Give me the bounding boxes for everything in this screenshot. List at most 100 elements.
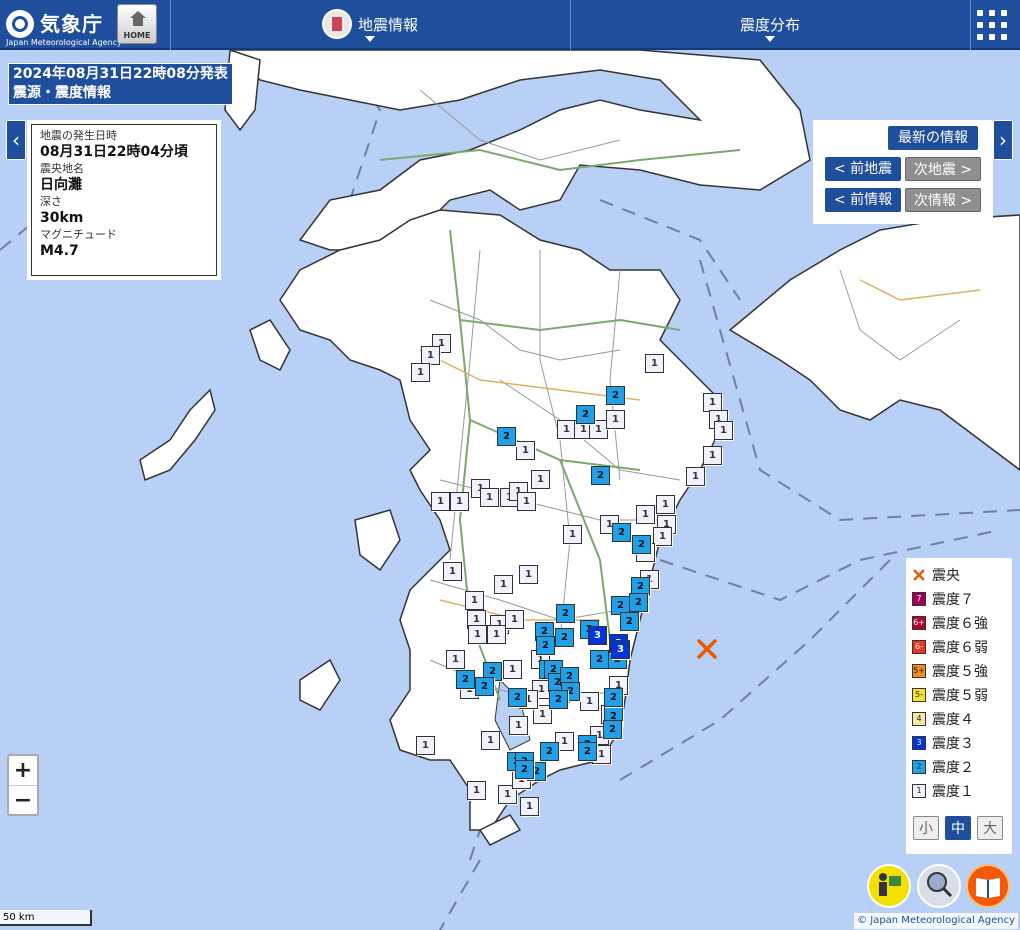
station-marker[interactable]: 1 bbox=[443, 562, 462, 581]
legend-swatch: 1 bbox=[912, 784, 926, 798]
station-marker[interactable]: 1 bbox=[467, 781, 486, 800]
zoom-out-button[interactable]: − bbox=[9, 786, 37, 815]
size-medium-button[interactable]: 中 bbox=[945, 816, 971, 840]
station-marker[interactable]: 2 bbox=[508, 688, 527, 707]
station-marker[interactable]: 2 bbox=[603, 720, 622, 739]
guide-button[interactable] bbox=[867, 864, 911, 908]
menu-intensity[interactable]: 震度分布 bbox=[570, 0, 970, 48]
magnifier-icon bbox=[927, 872, 953, 898]
station-marker[interactable]: 2 bbox=[515, 760, 534, 779]
station-marker[interactable]: 1 bbox=[517, 492, 536, 511]
station-marker[interactable]: 1 bbox=[468, 625, 487, 644]
station-marker[interactable]: 2 bbox=[536, 636, 555, 655]
next-info-button[interactable]: 次情報 > bbox=[905, 188, 981, 212]
station-marker[interactable]: 1 bbox=[480, 488, 499, 507]
station-marker[interactable]: 1 bbox=[431, 492, 450, 511]
station-marker[interactable]: 2 bbox=[629, 593, 648, 612]
station-marker[interactable]: 1 bbox=[606, 410, 625, 429]
legend-item: 2 震度２ bbox=[912, 756, 974, 778]
manual-button[interactable] bbox=[966, 864, 1010, 908]
place-value: 日向灘 bbox=[40, 177, 82, 193]
land-koshiki bbox=[299, 658, 341, 711]
next-quake-button[interactable]: 次地震 > bbox=[905, 157, 981, 181]
grid-dot bbox=[989, 22, 995, 28]
station-marker[interactable]: 1 bbox=[450, 492, 469, 511]
station-marker[interactable]: 2 bbox=[540, 742, 559, 761]
station-marker[interactable]: 2 bbox=[576, 405, 595, 424]
station-marker[interactable]: 1 bbox=[505, 610, 524, 629]
person-guide-icon bbox=[879, 873, 901, 896]
station-marker[interactable]: 2 bbox=[497, 427, 516, 446]
station-marker[interactable]: 1 bbox=[481, 731, 500, 750]
legend-item: 1 震度１ bbox=[912, 780, 974, 802]
station-marker[interactable]: 1 bbox=[714, 421, 733, 440]
latest-info-button[interactable]: 最新の情報 bbox=[888, 126, 978, 150]
place-label: 震央地名 bbox=[40, 162, 84, 175]
app-menu-button[interactable] bbox=[975, 8, 1011, 42]
size-large-button[interactable]: 大 bbox=[977, 816, 1003, 840]
prev-info-button[interactable]: < 前情報 bbox=[825, 188, 901, 212]
station-marker[interactable]: 2 bbox=[578, 742, 597, 761]
station-marker[interactable]: 1 bbox=[465, 591, 484, 610]
station-marker[interactable]: 2 bbox=[591, 466, 610, 485]
menu-quake-info[interactable]: 地震情報 bbox=[170, 0, 570, 48]
station-marker[interactable]: 1 bbox=[494, 575, 513, 594]
station-marker[interactable]: 1 bbox=[411, 363, 430, 382]
land-amakusa bbox=[354, 509, 401, 572]
jma-logo[interactable]: 気象庁 Japan Meteorological Agency bbox=[6, 6, 122, 47]
station-marker[interactable]: 1 bbox=[516, 441, 535, 460]
legend-swatch: 5- bbox=[912, 688, 926, 702]
size-small-button[interactable]: 小 bbox=[913, 816, 939, 840]
station-marker[interactable]: 1 bbox=[686, 467, 705, 486]
station-marker[interactable]: 3 bbox=[611, 640, 630, 659]
quake-info-panel: 地震の発生日時 08月31日22時04分頃 震央地名 日向灘 深さ 30km マ… bbox=[27, 120, 221, 280]
seismograph-icon bbox=[321, 9, 352, 39]
station-marker[interactable]: 1 bbox=[580, 692, 599, 711]
chevron-down-icon bbox=[365, 36, 375, 42]
station-marker[interactable]: 1 bbox=[416, 736, 435, 755]
station-marker[interactable]: 1 bbox=[520, 797, 539, 816]
land-shikoku bbox=[728, 214, 1020, 471]
more-button[interactable] bbox=[917, 864, 961, 908]
station-marker[interactable]: 1 bbox=[563, 525, 582, 544]
station-marker[interactable]: 1 bbox=[509, 716, 528, 735]
station-marker[interactable]: 2 bbox=[555, 628, 574, 647]
next-arrow-button[interactable]: › bbox=[993, 120, 1013, 160]
station-marker[interactable]: 1 bbox=[531, 470, 550, 489]
epicenter-icon bbox=[697, 639, 717, 659]
prev-arrow-button[interactable]: ‹ bbox=[6, 120, 26, 160]
station-marker[interactable]: 1 bbox=[656, 495, 675, 514]
station-marker[interactable]: 2 bbox=[606, 386, 625, 405]
station-marker[interactable]: 1 bbox=[636, 505, 655, 524]
time-label: 地震の発生日時 bbox=[40, 129, 117, 142]
legend-swatch: 2 bbox=[912, 760, 926, 774]
grid-dot bbox=[1001, 10, 1007, 16]
legend-swatch: 7 bbox=[912, 592, 926, 606]
station-marker[interactable]: 1 bbox=[519, 565, 538, 584]
station-marker[interactable]: 2 bbox=[590, 650, 609, 669]
station-marker[interactable]: 1 bbox=[487, 625, 506, 644]
station-marker[interactable]: 3 bbox=[588, 626, 607, 645]
station-marker[interactable]: 2 bbox=[604, 688, 623, 707]
menu-intensity-label: 震度分布 bbox=[739, 15, 800, 34]
legend-item: 7 震度７ bbox=[912, 588, 974, 610]
station-marker[interactable]: 2 bbox=[456, 670, 475, 689]
station-marker[interactable]: 2 bbox=[475, 677, 494, 696]
station-marker[interactable]: 1 bbox=[703, 446, 722, 465]
station-marker[interactable]: 2 bbox=[549, 690, 568, 709]
book-icon bbox=[976, 878, 1000, 898]
home-button[interactable]: HOME bbox=[117, 4, 157, 44]
station-marker[interactable]: 1 bbox=[645, 354, 664, 373]
magnitude-label: マグニチュード bbox=[40, 228, 117, 241]
station-marker[interactable]: 2 bbox=[556, 604, 575, 623]
station-marker[interactable]: 2 bbox=[620, 612, 639, 631]
station-marker[interactable]: 1 bbox=[653, 527, 672, 546]
magnitude-value: M4.7 bbox=[40, 243, 79, 259]
station-marker[interactable]: 2 bbox=[612, 523, 631, 542]
station-marker[interactable]: 1 bbox=[446, 650, 465, 669]
station-marker[interactable]: 2 bbox=[632, 535, 651, 554]
jma-logo-icon bbox=[6, 10, 34, 38]
prev-quake-button[interactable]: < 前地震 bbox=[825, 157, 901, 181]
station-marker[interactable]: 1 bbox=[503, 660, 522, 679]
zoom-in-button[interactable]: + bbox=[9, 756, 37, 786]
